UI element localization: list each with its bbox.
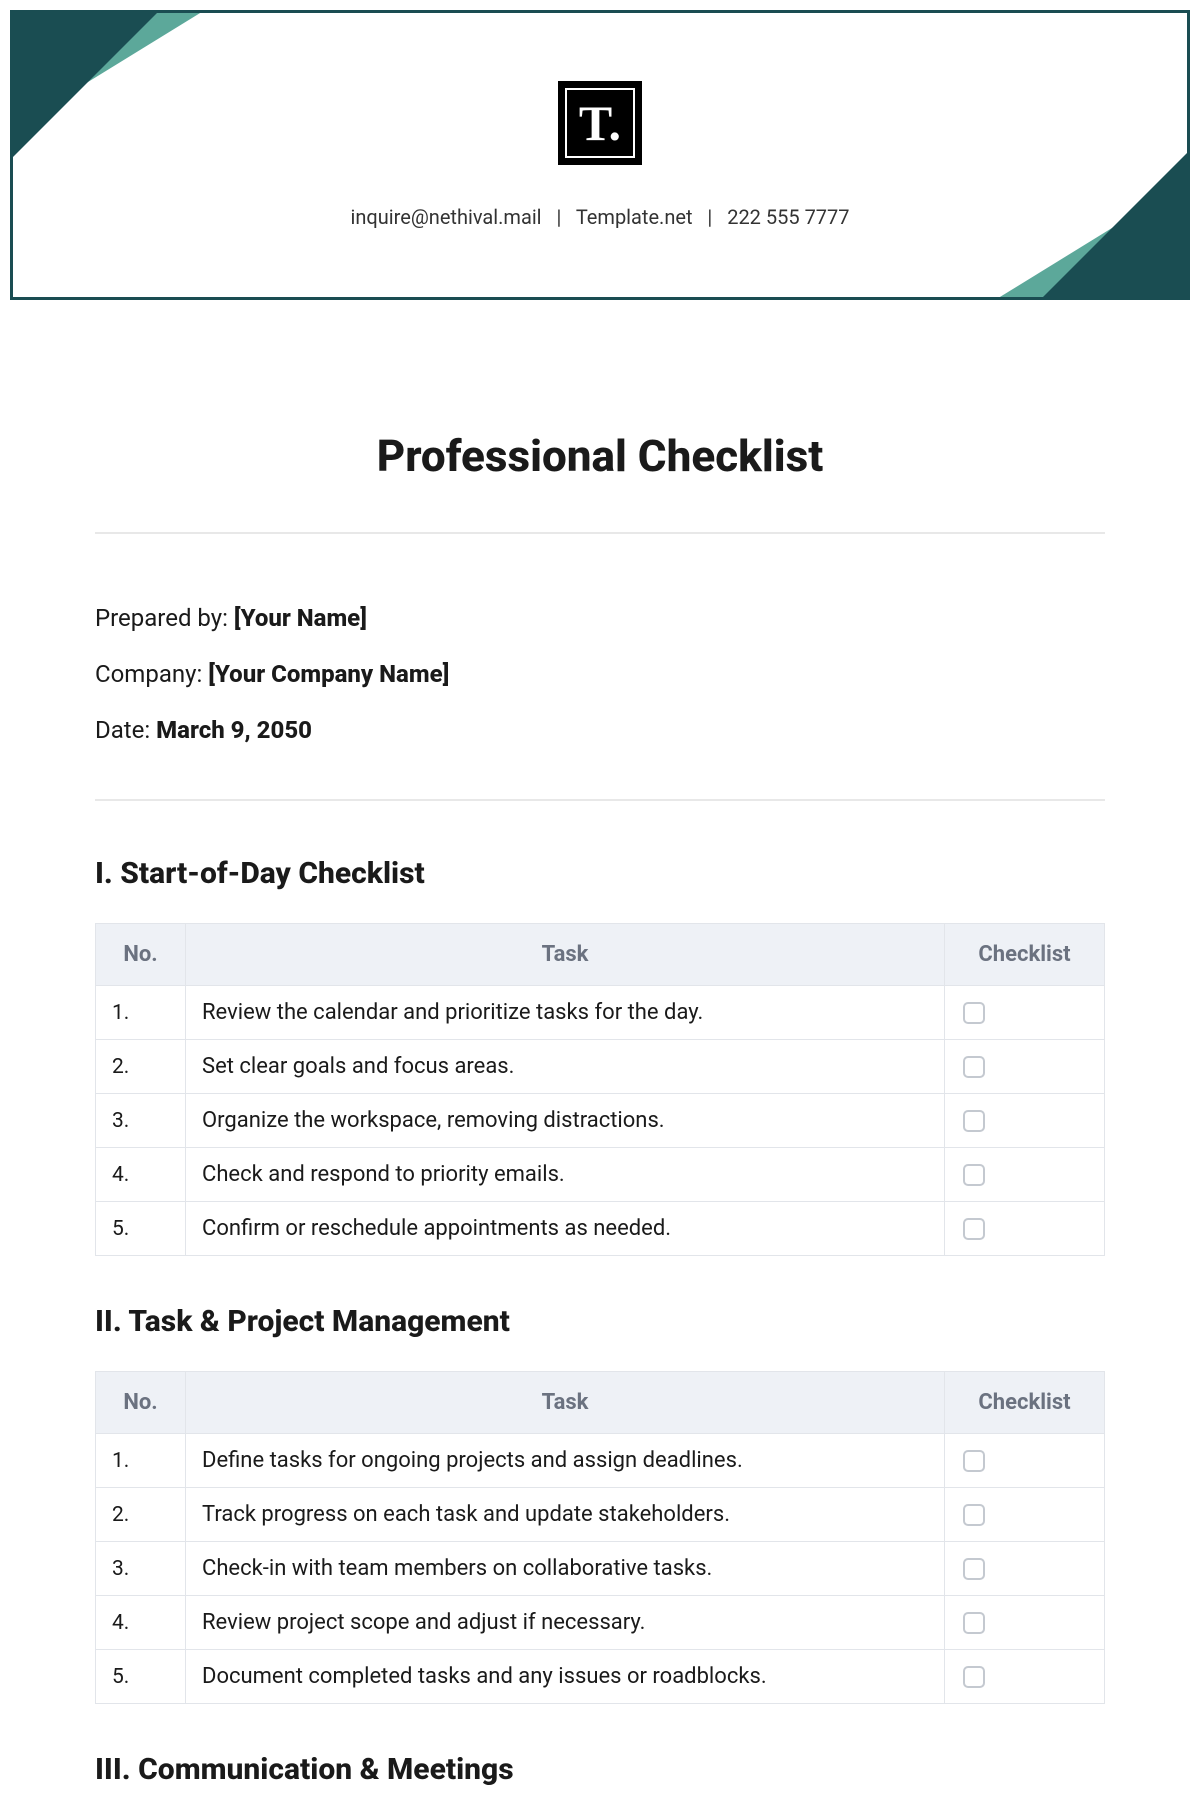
- row-task: Document completed tasks and any issues …: [186, 1650, 945, 1704]
- row-number: 3.: [96, 1094, 186, 1148]
- table-row: 5.Confirm or reschedule appointments as …: [96, 1202, 1105, 1256]
- table-row: 2.Track progress on each task and update…: [96, 1488, 1105, 1542]
- checkbox[interactable]: [963, 1110, 985, 1132]
- date-label: Date:: [95, 716, 156, 744]
- date-value: March 9, 2050: [156, 716, 312, 744]
- page-header: T. inquire@nethival.mail | Template.net …: [10, 10, 1190, 300]
- checkbox[interactable]: [963, 1666, 985, 1688]
- table-row: 2.Set clear goals and focus areas.: [96, 1040, 1105, 1094]
- row-task: Organize the workspace, removing distrac…: [186, 1094, 945, 1148]
- row-number: 1.: [96, 1434, 186, 1488]
- row-checklist-cell: [945, 1434, 1105, 1488]
- corner-decoration-tl: [10, 10, 160, 160]
- row-task: Set clear goals and focus areas.: [186, 1040, 945, 1094]
- row-number: 1.: [96, 986, 186, 1040]
- table-row: 3.Organize the workspace, removing distr…: [96, 1094, 1105, 1148]
- checklist-table: No.TaskChecklist1.Define tasks for ongoi…: [95, 1371, 1105, 1704]
- table-row: 5.Document completed tasks and any issue…: [96, 1650, 1105, 1704]
- checkbox[interactable]: [963, 1218, 985, 1240]
- page-title: Professional Checklist: [95, 430, 1105, 482]
- corner-decoration-br: [1040, 150, 1190, 300]
- table-row: 4.Check and respond to priority emails.: [96, 1148, 1105, 1202]
- company-value: [Your Company Name]: [208, 660, 449, 688]
- company-label: Company:: [95, 660, 208, 688]
- document-body: Professional Checklist Prepared by: [You…: [0, 310, 1200, 1787]
- row-checklist-cell: [945, 1650, 1105, 1704]
- row-checklist-cell: [945, 1488, 1105, 1542]
- table-row: 3.Check-in with team members on collabor…: [96, 1542, 1105, 1596]
- section-heading: III. Communication & Meetings: [95, 1752, 1105, 1787]
- column-header-task: Task: [186, 924, 945, 986]
- checkbox[interactable]: [963, 1002, 985, 1024]
- row-task: Define tasks for ongoing projects and as…: [186, 1434, 945, 1488]
- column-header-no: No.: [96, 924, 186, 986]
- row-number: 5.: [96, 1650, 186, 1704]
- logo: T.: [558, 81, 642, 165]
- row-checklist-cell: [945, 1202, 1105, 1256]
- table-row: 1.Define tasks for ongoing projects and …: [96, 1434, 1105, 1488]
- table-row: 4.Review project scope and adjust if nec…: [96, 1596, 1105, 1650]
- header-contact: inquire@nethival.mail | Template.net | 2…: [350, 205, 849, 229]
- column-header-task: Task: [186, 1372, 945, 1434]
- row-task: Check-in with team members on collaborat…: [186, 1542, 945, 1596]
- row-task: Confirm or reschedule appointments as ne…: [186, 1202, 945, 1256]
- row-number: 4.: [96, 1596, 186, 1650]
- column-header-no: No.: [96, 1372, 186, 1434]
- row-checklist-cell: [945, 1094, 1105, 1148]
- row-task: Review the calendar and prioritize tasks…: [186, 986, 945, 1040]
- row-checklist-cell: [945, 1542, 1105, 1596]
- column-header-checklist: Checklist: [945, 1372, 1105, 1434]
- row-checklist-cell: [945, 1148, 1105, 1202]
- section-heading: II. Task & Project Management: [95, 1304, 1105, 1339]
- prepared-by-label: Prepared by:: [95, 604, 234, 632]
- row-task: Review project scope and adjust if neces…: [186, 1596, 945, 1650]
- meta-company: Company: [Your Company Name]: [95, 660, 1105, 688]
- separator: |: [698, 205, 723, 229]
- divider: [95, 799, 1105, 801]
- row-number: 5.: [96, 1202, 186, 1256]
- row-checklist-cell: [945, 1040, 1105, 1094]
- divider: [95, 532, 1105, 534]
- checkbox[interactable]: [963, 1558, 985, 1580]
- header-website: Template.net: [576, 205, 693, 229]
- row-number: 3.: [96, 1542, 186, 1596]
- checkbox[interactable]: [963, 1450, 985, 1472]
- column-header-checklist: Checklist: [945, 924, 1105, 986]
- checkbox[interactable]: [963, 1504, 985, 1526]
- checkbox[interactable]: [963, 1056, 985, 1078]
- checkbox[interactable]: [963, 1164, 985, 1186]
- separator: |: [547, 205, 572, 229]
- meta-prepared-by: Prepared by: [Your Name]: [95, 604, 1105, 632]
- table-row: 1.Review the calendar and prioritize tas…: [96, 986, 1105, 1040]
- header-phone: 222 555 7777: [727, 205, 849, 229]
- checklist-table: No.TaskChecklist1.Review the calendar an…: [95, 923, 1105, 1256]
- header-email: inquire@nethival.mail: [350, 205, 541, 229]
- prepared-by-value: [Your Name]: [234, 604, 367, 632]
- row-checklist-cell: [945, 1596, 1105, 1650]
- checkbox[interactable]: [963, 1612, 985, 1634]
- row-number: 2.: [96, 1040, 186, 1094]
- row-number: 4.: [96, 1148, 186, 1202]
- row-task: Track progress on each task and update s…: [186, 1488, 945, 1542]
- section-heading: I. Start-of-Day Checklist: [95, 856, 1105, 891]
- meta-date: Date: March 9, 2050: [95, 716, 1105, 744]
- row-checklist-cell: [945, 986, 1105, 1040]
- row-number: 2.: [96, 1488, 186, 1542]
- row-task: Check and respond to priority emails.: [186, 1148, 945, 1202]
- logo-text: T.: [579, 98, 621, 148]
